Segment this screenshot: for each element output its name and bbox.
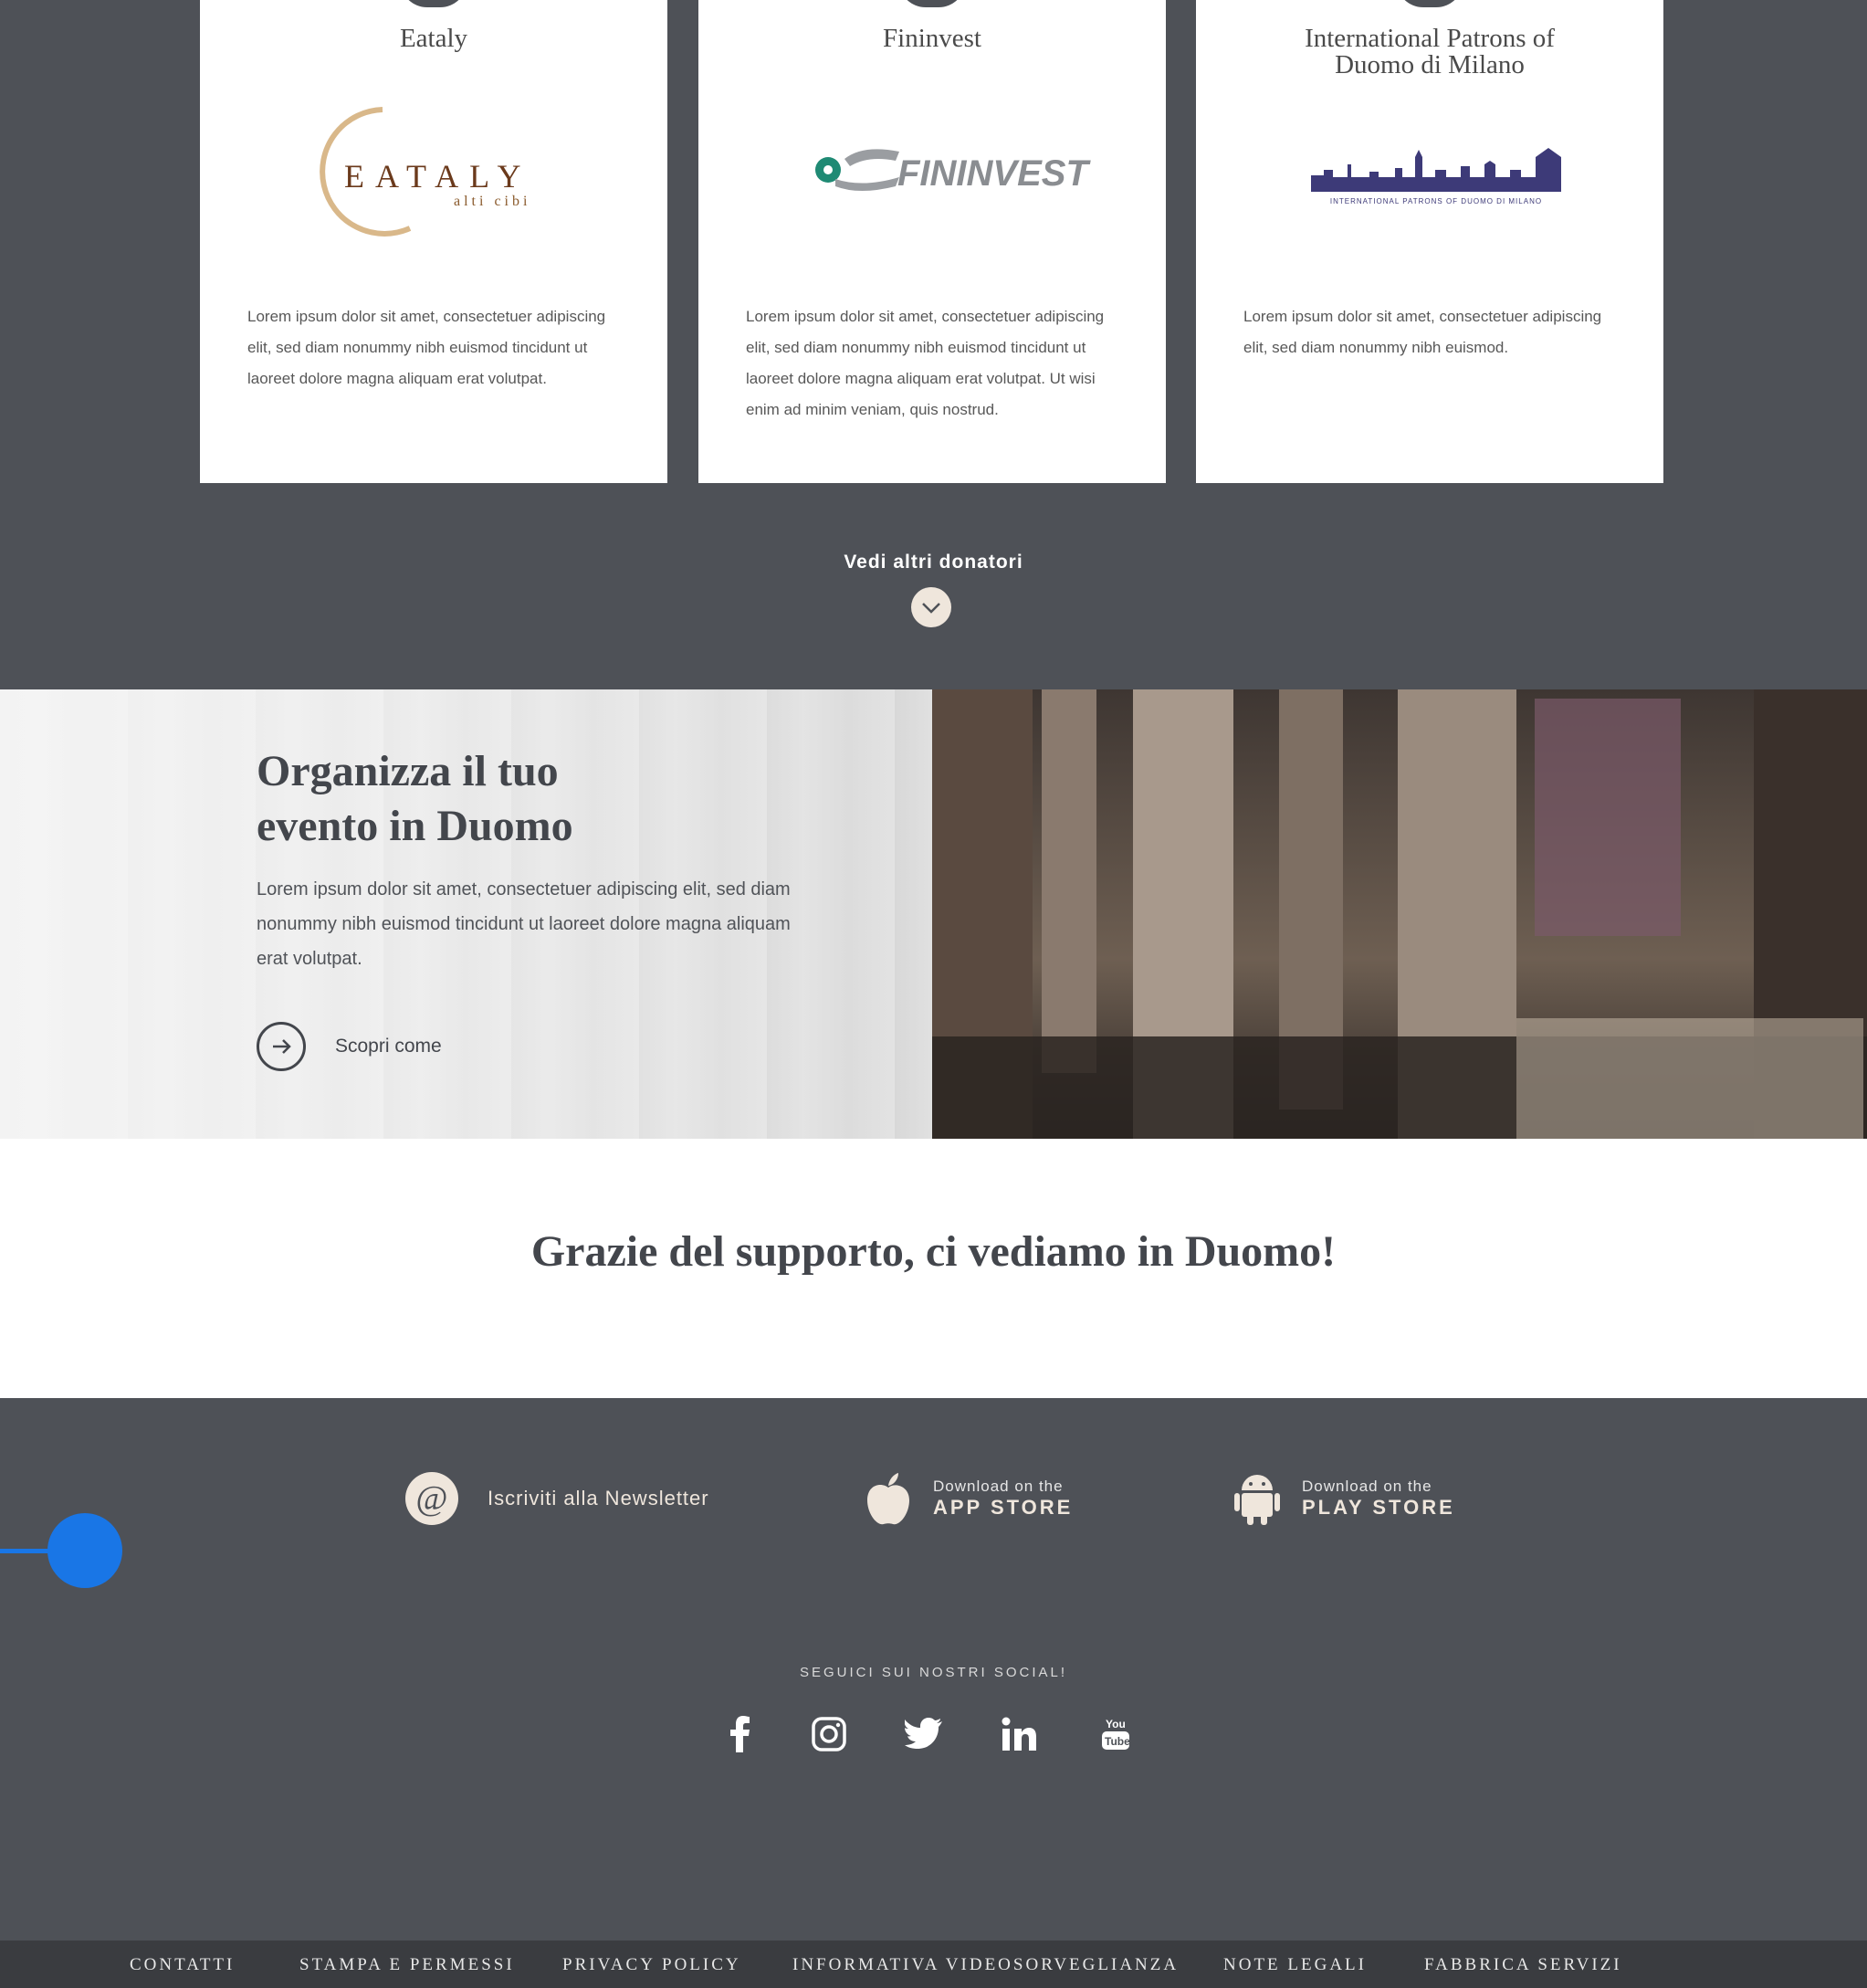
instagram-icon[interactable] xyxy=(802,1707,856,1762)
patrons-logo: INTERNATIONAL PATRONS OF DUOMO DI MILANO xyxy=(1196,100,1663,247)
android-icon xyxy=(1234,1475,1280,1525)
eataly-logo-sub: alti cibi xyxy=(454,194,530,209)
eataly-logo: EATALY alti cibi xyxy=(200,100,667,247)
apple-icon xyxy=(867,1473,909,1525)
donor-name: International Patrons of Duomo di Milano xyxy=(1305,24,1555,79)
twitter-icon[interactable] xyxy=(897,1707,951,1762)
social-links: You Tube xyxy=(712,1707,1150,1771)
nav-privacy-policy[interactable]: PRIVACY POLICY xyxy=(562,1955,741,1975)
fininvest-logo-text: FININVEST xyxy=(897,153,1091,194)
play-store-big: PLAY STORE xyxy=(1302,1496,1455,1519)
donor-name: Fininvest xyxy=(883,24,981,53)
event-title-line2: evento in Duomo xyxy=(257,802,573,850)
youtube-icon[interactable]: You Tube xyxy=(1088,1707,1143,1762)
eataly-logo-text: EATALY xyxy=(344,158,532,195)
app-store-text: Download on the APP STORE xyxy=(933,1478,1073,1520)
drag-handle-track xyxy=(0,1549,55,1553)
svg-text:Tube: Tube xyxy=(1105,1735,1130,1748)
play-store-small: Download on the xyxy=(1302,1478,1432,1495)
donor-text: Lorem ipsum dolor sit amet, consectetuer… xyxy=(746,308,1105,418)
thanks-title: Grazie del supporto, ci vediamo in Duomo… xyxy=(530,1227,1337,1276)
more-donors-label[interactable]: Vedi altri donatori xyxy=(844,552,1023,573)
thanks-section: Grazie del supporto, ci vediamo in Duomo… xyxy=(0,1139,1867,1398)
card-top-circle xyxy=(898,0,966,7)
fininvest-logo: FININVEST xyxy=(698,100,1166,247)
footer: @ Iscriviti alla Newsletter Download on … xyxy=(0,1398,1867,1941)
play-store-link[interactable]: Download on the PLAY STORE xyxy=(1232,1469,1455,1528)
donors-section: Eataly EATALY alti cibi Lorem ipsum dolo… xyxy=(0,0,1867,689)
at-icon: @ xyxy=(405,1472,458,1525)
linkedin-icon[interactable] xyxy=(991,1707,1046,1762)
play-store-text: Download on the PLAY STORE xyxy=(1302,1478,1455,1520)
newsletter-label: Iscriviti alla Newsletter xyxy=(488,1487,709,1509)
card-top-circle xyxy=(400,0,467,7)
card-top-circle xyxy=(1396,0,1463,7)
bottom-nav: CONTATTI STAMPA E PERMESSI PRIVACY POLIC… xyxy=(0,1941,1867,1988)
facebook-icon[interactable] xyxy=(712,1707,767,1762)
drag-handle[interactable] xyxy=(47,1513,122,1588)
chevron-down-icon xyxy=(922,603,940,614)
nav-videosorveglianza[interactable]: INFORMATIVA VIDEOSORVEGLIANZA xyxy=(792,1955,1179,1975)
app-store-small: Download on the xyxy=(933,1478,1064,1495)
discover-label: Scopri come xyxy=(335,1036,442,1057)
donor-card[interactable]: Eataly EATALY alti cibi Lorem ipsum dolo… xyxy=(200,0,667,483)
arrow-right-icon xyxy=(257,1022,306,1071)
event-text: Lorem ipsum dolor sit amet, consectetuer… xyxy=(257,879,791,969)
svg-text:You: You xyxy=(1106,1718,1126,1730)
event-section: Organizza il tuo evento in Duomo Lorem i… xyxy=(0,689,1867,1139)
donor-text: Lorem ipsum dolor sit amet, consectetuer… xyxy=(1243,308,1602,356)
donor-text: Lorem ipsum dolor sit amet, consectetuer… xyxy=(247,308,606,387)
nav-stampa-permessi[interactable]: STAMPA E PERMESSI xyxy=(299,1955,515,1975)
more-donors: Vedi altri donatori xyxy=(0,552,1867,573)
newsletter-link[interactable]: @ Iscriviti alla Newsletter xyxy=(405,1469,709,1528)
app-store-big: APP STORE xyxy=(933,1496,1074,1519)
more-donors-button[interactable] xyxy=(911,587,951,627)
donor-name: Eataly xyxy=(399,24,468,53)
nav-note-legali[interactable]: NOTE LEGALI xyxy=(1223,1955,1367,1975)
patrons-logo-text: INTERNATIONAL PATRONS OF DUOMO DI MILANO xyxy=(1330,197,1542,205)
cathedral-photo xyxy=(932,689,1867,1139)
social-label: SEGUICI SUI NOSTRI SOCIAL! xyxy=(799,1665,1068,1680)
donor-card[interactable]: International Patrons of Duomo di Milano… xyxy=(1196,0,1663,483)
nav-contatti[interactable]: CONTATTI xyxy=(130,1955,235,1975)
discover-button[interactable]: Scopri come xyxy=(257,1020,442,1073)
event-title: Organizza il tuo evento in Duomo xyxy=(257,744,768,854)
nav-fabbrica-servizi[interactable]: FABBRICA SERVIZI xyxy=(1424,1955,1622,1975)
app-store-link[interactable]: Download on the APP STORE xyxy=(864,1469,1073,1528)
donor-card[interactable]: Fininvest FININVEST Lorem ipsum dolor si… xyxy=(698,0,1166,483)
event-title-line1: Organizza il tuo xyxy=(257,747,559,795)
